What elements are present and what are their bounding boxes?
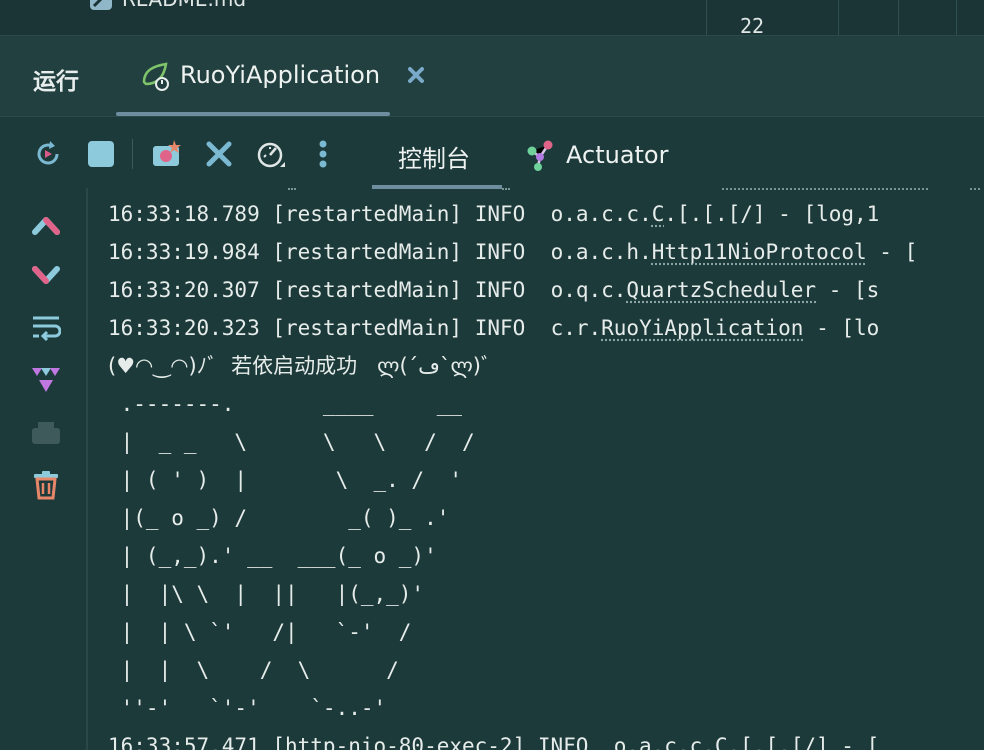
ascii-banner-line: | ( ' ) | \ _. / '	[108, 468, 463, 492]
tab-actuator[interactable]: Actuator	[524, 139, 668, 171]
actuator-tab-label: Actuator	[566, 141, 669, 169]
ascii-banner-line: | | \ / \ /	[108, 658, 399, 682]
ascii-banner-line: | _ _ \ \ \ / /	[108, 430, 475, 454]
console-output[interactable]: 16:33:18.789 [restartedMain] INFO o.a.c.…	[108, 188, 984, 750]
more-icon[interactable]	[308, 139, 338, 169]
console-tab-label: 控制台	[398, 145, 470, 173]
log-line: 16:33:57.471 [http-nio-80-exec-2] INFO o…	[108, 734, 880, 750]
print-icon[interactable]	[31, 418, 61, 448]
ascii-banner-line: | |\ \ | || |(_,_)'	[108, 582, 425, 606]
log-line: 16:33:18.789 [restartedMain] INFO o.a.c.…	[108, 202, 880, 226]
editor-strip: README.md 22	[0, 0, 984, 36]
filter-icon[interactable]	[31, 364, 61, 394]
ascii-banner-line: |(_ o _) / _( )_ .'	[108, 506, 450, 530]
soft-wrap-icon[interactable]	[31, 312, 61, 342]
ascii-banner-line: | (_,_).' __ ___(_ o _)'	[108, 544, 437, 568]
tab-console[interactable]: 控制台	[372, 117, 502, 189]
log-line: 16:33:19.984 [restartedMain] INFO o.a.c.…	[108, 240, 918, 264]
ascii-banner-line: ''-' `'-' `-..-'	[108, 696, 387, 720]
markdown-file-icon	[90, 0, 112, 10]
ascii-banner-line: .-------. ____ __	[108, 392, 463, 416]
actuator-icon	[527, 140, 553, 171]
toolbar-separator	[132, 139, 133, 169]
ascii-banner-line: | | \ `' /| `-' /	[108, 620, 412, 644]
scroll-down-icon[interactable]	[31, 260, 61, 290]
profiler-icon[interactable]	[256, 139, 286, 169]
tab-label: RuoYiApplication	[180, 61, 381, 89]
rerun-icon[interactable]	[33, 139, 63, 169]
stop-icon[interactable]	[86, 139, 116, 169]
close-icon[interactable]	[204, 139, 234, 169]
run-tool-window-header: 运行 RuoYiApplication	[0, 36, 984, 116]
spring-run-icon	[142, 62, 169, 91]
file-name: README.md	[122, 0, 246, 11]
scroll-up-icon[interactable]	[31, 210, 61, 240]
clear-icon[interactable]	[31, 470, 61, 500]
close-tab-icon[interactable]	[407, 66, 425, 84]
tab-ruoyi-application[interactable]: RuoYiApplication	[138, 58, 380, 92]
startup-success-message: (♥◠‿◠)ﾉﾞ 若依启动成功 ლ(´ڡ`ლ)ﾞ	[108, 354, 492, 378]
console-side-toolbar	[0, 188, 88, 750]
log-line: 16:33:20.307 [restartedMain] INFO o.q.c.…	[108, 278, 880, 302]
file-item-readme[interactable]: README.md	[88, 0, 246, 12]
run-toolbar: 控制台 Actuator	[0, 116, 984, 189]
screenshot-icon[interactable]	[152, 139, 182, 169]
log-line: 16:33:20.323 [restartedMain] INFO c.r.Ru…	[108, 316, 880, 340]
tool-window-title: 运行	[33, 69, 79, 95]
line-number: 22	[740, 14, 765, 36]
